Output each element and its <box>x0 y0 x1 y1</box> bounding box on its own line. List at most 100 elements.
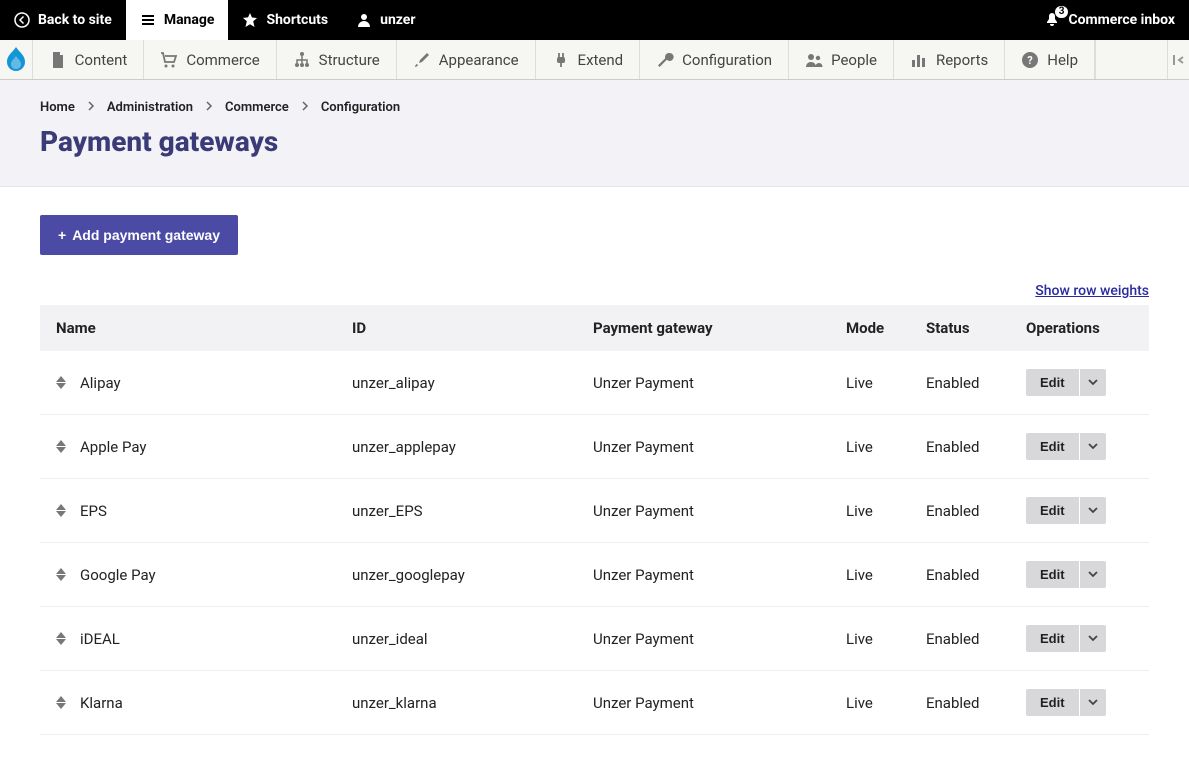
table-row: EPSunzer_EPSUnzer PaymentLiveEnabledEdit <box>40 479 1149 543</box>
admin-menu-label: Appearance <box>439 51 519 69</box>
gateway-id: unzer_ideal <box>340 607 581 671</box>
gateway-plugin: Unzer Payment <box>581 607 834 671</box>
shortcuts-label: Shortcuts <box>266 12 328 28</box>
chevron-left-circle-icon <box>14 12 30 28</box>
breadcrumb-item[interactable]: Home <box>40 100 75 115</box>
page-header: HomeAdministrationCommerceConfiguration … <box>0 80 1189 187</box>
gateway-name: Apple Pay <box>80 438 146 456</box>
gateway-status: Enabled <box>914 351 1014 415</box>
gateway-plugin: Unzer Payment <box>581 479 834 543</box>
gateway-mode: Live <box>834 607 914 671</box>
admin-menu-content[interactable]: Content <box>33 40 145 79</box>
brush-icon <box>413 51 431 69</box>
gateway-name: EPS <box>80 502 107 520</box>
gateway-plugin: Unzer Payment <box>581 415 834 479</box>
admin-menu-reports[interactable]: Reports <box>894 40 1005 79</box>
edit-button[interactable]: Edit <box>1026 561 1079 588</box>
manage-label: Manage <box>164 12 215 28</box>
edit-button[interactable]: Edit <box>1026 625 1079 652</box>
operations-dropdown[interactable] <box>1079 689 1106 716</box>
admin-menu-label: People <box>831 51 877 69</box>
user-label: unzer <box>380 12 415 28</box>
edit-button[interactable]: Edit <box>1026 497 1079 524</box>
col-header-gateway: Payment gateway <box>581 305 834 351</box>
add-payment-gateway-button[interactable]: + Add payment gateway <box>40 215 238 255</box>
page-title: Payment gateways <box>40 125 1149 158</box>
admin-menu-label: Reports <box>936 51 988 69</box>
admin-menu-commerce[interactable]: Commerce <box>144 40 276 79</box>
admin-menu-structure[interactable]: Structure <box>277 40 397 79</box>
breadcrumb: Home Administration Commerce Configuration <box>40 100 1149 115</box>
help-icon: ? <box>1021 51 1039 69</box>
admin-toolbar: Back to site Manage Shortcuts unzer 3 Co… <box>0 0 1189 40</box>
edit-button[interactable]: Edit <box>1026 433 1079 460</box>
star-icon <box>242 12 258 28</box>
admin-menu-label: Extend <box>578 51 624 69</box>
gateway-plugin: Unzer Payment <box>581 351 834 415</box>
admin-menu-configuration[interactable]: Configuration <box>640 40 789 79</box>
operations-dropdown[interactable] <box>1079 497 1106 524</box>
edit-button[interactable]: Edit <box>1026 369 1079 396</box>
bar-icon <box>910 51 928 69</box>
table-row: Apple Payunzer_applepayUnzer PaymentLive… <box>40 415 1149 479</box>
gateway-mode: Live <box>834 543 914 607</box>
drupal-logo[interactable] <box>0 40 33 79</box>
gateway-id: unzer_googlepay <box>340 543 581 607</box>
back-label: Back to site <box>38 12 112 28</box>
gateway-id: unzer_alipay <box>340 351 581 415</box>
drag-handle-icon[interactable] <box>56 440 66 453</box>
gateway-mode: Live <box>834 351 914 415</box>
admin-menu-people[interactable]: People <box>789 40 894 79</box>
gateway-status: Enabled <box>914 479 1014 543</box>
operations-dropdown[interactable] <box>1079 561 1106 588</box>
breadcrumb-item[interactable]: Administration <box>107 100 193 115</box>
operations-dropdown[interactable] <box>1079 369 1106 396</box>
admin-menu-label: Structure <box>319 51 380 69</box>
gateway-id: unzer_EPS <box>340 479 581 543</box>
drag-handle-icon[interactable] <box>56 696 66 709</box>
collapse-menu-button[interactable] <box>1167 40 1189 79</box>
edit-button[interactable]: Edit <box>1026 689 1079 716</box>
breadcrumb-item[interactable]: Configuration <box>321 100 400 115</box>
page-content: + Add payment gateway Show row weights N… <box>0 187 1189 763</box>
search-cell <box>1095 40 1167 79</box>
gateway-status: Enabled <box>914 543 1014 607</box>
admin-menu-help[interactable]: ? Help <box>1005 40 1095 79</box>
breadcrumb-item[interactable]: Commerce <box>225 100 289 115</box>
gateway-mode: Live <box>834 671 914 735</box>
operations-dropdown[interactable] <box>1079 625 1106 652</box>
drag-handle-icon[interactable] <box>56 632 66 645</box>
drag-handle-icon[interactable] <box>56 376 66 389</box>
admin-menu-extend[interactable]: Extend <box>536 40 641 79</box>
col-header-status: Status <box>914 305 1014 351</box>
gateway-status: Enabled <box>914 415 1014 479</box>
commerce-inbox-button[interactable]: 3 Commerce inbox <box>1030 0 1189 40</box>
admin-menu-label: Help <box>1047 51 1078 69</box>
admin-menu: Content Commerce Structure Appearance Extend… <box>0 40 1189 80</box>
chevron-right-icon <box>205 101 213 114</box>
shortcuts-button[interactable]: Shortcuts <box>228 0 342 40</box>
gateway-plugin: Unzer Payment <box>581 543 834 607</box>
inbox-label: Commerce inbox <box>1068 12 1175 28</box>
table-row: Alipayunzer_alipayUnzer PaymentLiveEnabl… <box>40 351 1149 415</box>
gateway-id: unzer_klarna <box>340 671 581 735</box>
admin-menu-appearance[interactable]: Appearance <box>397 40 536 79</box>
show-row-weights-link[interactable]: Show row weights <box>1035 283 1149 299</box>
table-row: Google Payunzer_googlepayUnzer PaymentLi… <box>40 543 1149 607</box>
col-header-operations: Operations <box>1014 305 1149 351</box>
operations-dropdown[interactable] <box>1079 433 1106 460</box>
svg-text:?: ? <box>1028 54 1034 67</box>
user-menu[interactable]: unzer <box>342 0 429 40</box>
manage-toggle[interactable]: Manage <box>126 0 229 40</box>
col-header-id: ID <box>340 305 581 351</box>
user-icon <box>356 12 372 28</box>
back-to-site-button[interactable]: Back to site <box>0 0 126 40</box>
admin-menu-label: Configuration <box>682 51 772 69</box>
drag-handle-icon[interactable] <box>56 568 66 581</box>
bell-icon: 3 <box>1044 12 1060 28</box>
col-header-mode: Mode <box>834 305 914 351</box>
drag-handle-icon[interactable] <box>56 504 66 517</box>
admin-menu-label: Content <box>75 51 128 69</box>
add-button-label: Add payment gateway <box>72 227 220 243</box>
cart-icon <box>160 51 178 69</box>
